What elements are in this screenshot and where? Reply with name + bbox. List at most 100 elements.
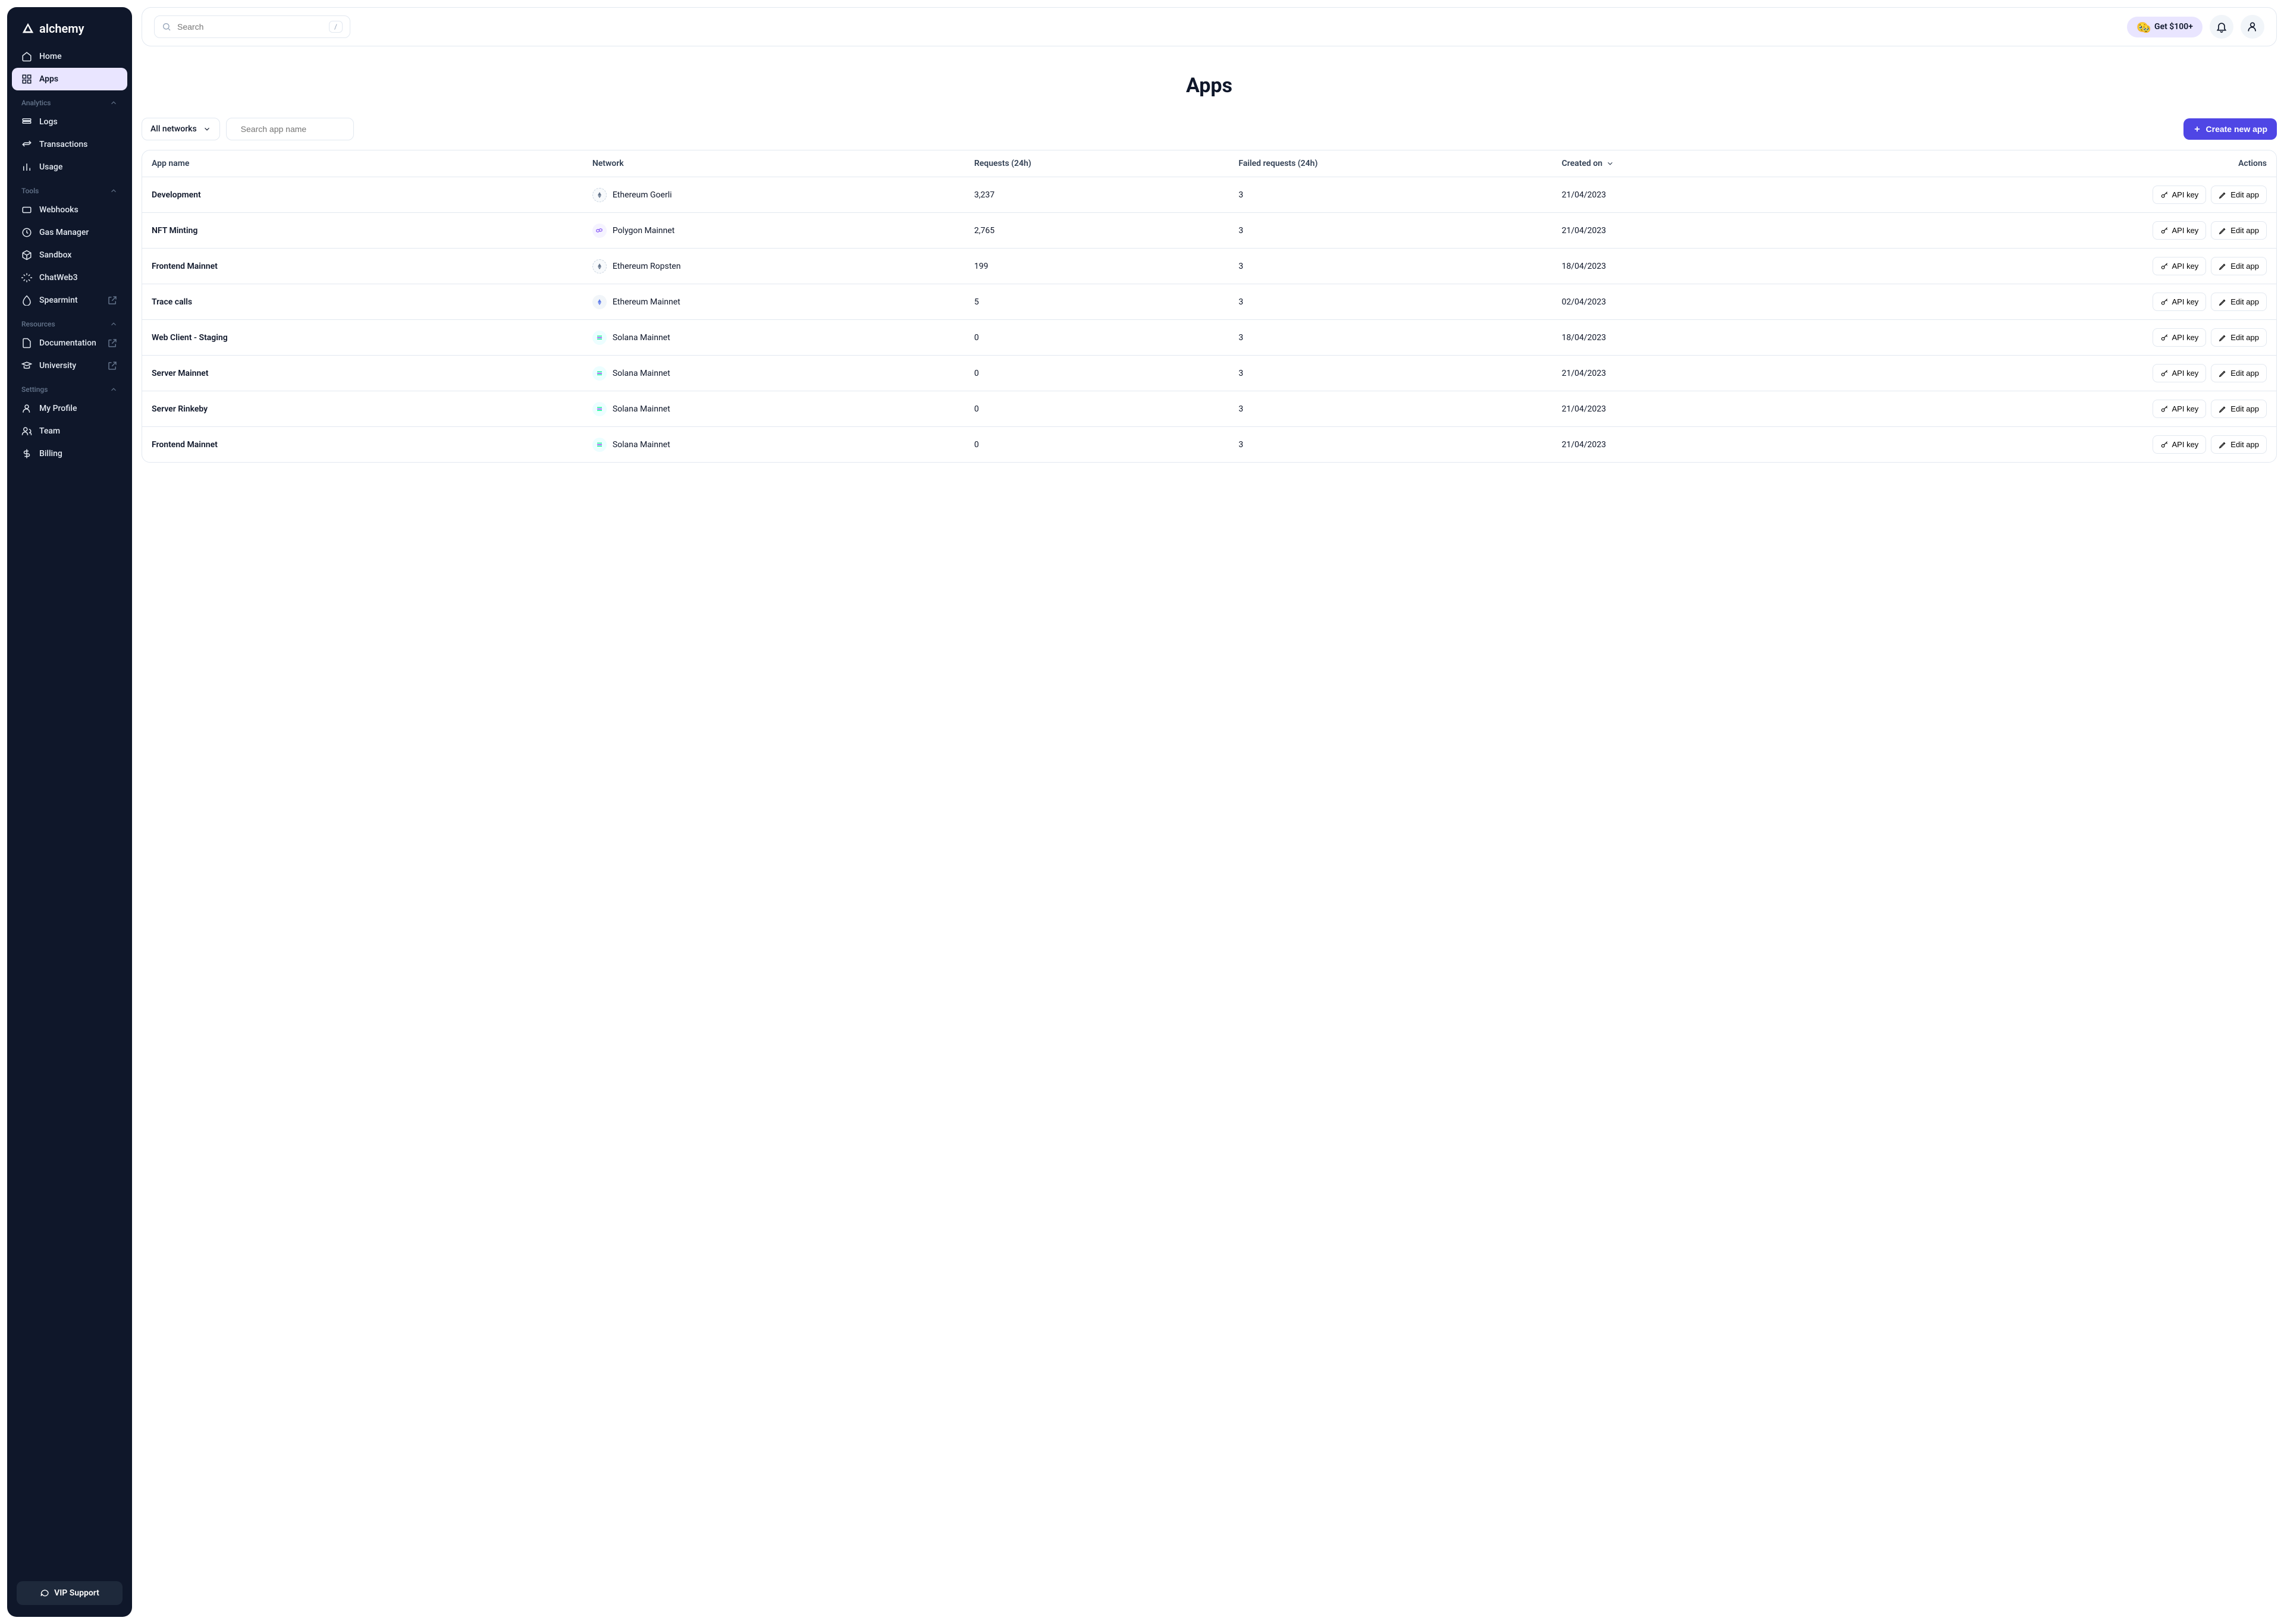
sidebar: alchemy Home Apps Analytics Logs Transac…	[7, 7, 132, 1617]
section-header-settings[interactable]: Settings	[12, 377, 127, 397]
page-title: Apps	[142, 46, 2277, 118]
gas-icon	[21, 227, 32, 238]
col-actions: Actions	[1885, 159, 2267, 168]
cell-failed: 3	[1238, 404, 1561, 414]
chevron-down-icon	[1606, 159, 1614, 168]
chat-icon	[40, 1588, 49, 1598]
sidebar-item-label: Webhooks	[39, 205, 79, 215]
search-input[interactable]	[177, 22, 323, 32]
table-row: Trace callsEthereum Mainnet5302/04/2023A…	[142, 284, 2276, 320]
section-label: Tools	[21, 187, 39, 195]
cell-actions: API keyEdit app	[1885, 364, 2267, 382]
cell-network: Polygon Mainnet	[592, 224, 974, 238]
sidebar-item-home[interactable]: Home	[12, 45, 127, 68]
section-header-tools[interactable]: Tools	[12, 178, 127, 199]
app-search-input[interactable]	[241, 124, 349, 134]
sidebar-item-transactions[interactable]: Transactions	[12, 133, 127, 156]
api-key-button[interactable]: API key	[2153, 221, 2207, 240]
cell-actions: API keyEdit app	[1885, 328, 2267, 347]
col-network: Network	[592, 159, 974, 168]
cube-icon	[21, 250, 32, 260]
cell-created: 21/04/2023	[1562, 404, 1885, 414]
table-row: Web Client - StagingSolana Mainnet0318/0…	[142, 320, 2276, 356]
sidebar-item-logs[interactable]: Logs	[12, 111, 127, 133]
cell-created: 18/04/2023	[1562, 262, 1885, 271]
sidebar-item-chatweb3[interactable]: ChatWeb3	[12, 266, 127, 289]
sidebar-item-label: Transactions	[39, 140, 87, 149]
table-row: Frontend MainnetEthereum Ropsten199318/0…	[142, 249, 2276, 284]
sidebar-item-gas[interactable]: Gas Manager	[12, 221, 127, 244]
layers-icon	[21, 117, 32, 127]
cell-app-name[interactable]: Development	[152, 190, 592, 200]
sparkle-icon	[21, 272, 32, 283]
edit-app-button[interactable]: Edit app	[2211, 435, 2267, 454]
cell-app-name[interactable]: Trace calls	[152, 297, 592, 307]
home-icon	[21, 51, 32, 62]
sidebar-item-billing[interactable]: Billing	[12, 442, 127, 465]
section-header-resources[interactable]: Resources	[12, 312, 127, 332]
section-header-analytics[interactable]: Analytics	[12, 90, 127, 111]
sidebar-item-usage[interactable]: Usage	[12, 156, 127, 178]
sidebar-item-spearmint[interactable]: Spearmint	[12, 289, 127, 312]
api-key-button[interactable]: API key	[2153, 186, 2207, 204]
api-key-button[interactable]: API key	[2153, 328, 2207, 347]
sidebar-item-label: Gas Manager	[39, 228, 89, 237]
api-key-button[interactable]: API key	[2153, 364, 2207, 382]
pencil-icon	[2219, 334, 2227, 342]
brand-logo[interactable]: alchemy	[12, 17, 127, 45]
cell-network: Solana Mainnet	[592, 402, 974, 416]
cell-app-name[interactable]: Server Mainnet	[152, 369, 592, 378]
edit-app-button[interactable]: Edit app	[2211, 400, 2267, 418]
edit-app-button[interactable]: Edit app	[2211, 328, 2267, 347]
cell-app-name[interactable]: Web Client - Staging	[152, 333, 592, 343]
account-button[interactable]	[2241, 15, 2264, 39]
sidebar-item-sandbox[interactable]: Sandbox	[12, 244, 127, 266]
sidebar-item-team[interactable]: Team	[12, 420, 127, 442]
brand-name: alchemy	[39, 21, 84, 36]
table-row: Server RinkebySolana Mainnet0321/04/2023…	[142, 391, 2276, 427]
pencil-icon	[2219, 191, 2227, 199]
api-key-button[interactable]: API key	[2153, 257, 2207, 275]
sidebar-item-profile[interactable]: My Profile	[12, 397, 127, 420]
create-app-button[interactable]: Create new app	[2183, 118, 2277, 140]
sidebar-item-apps[interactable]: Apps	[12, 68, 127, 90]
cell-app-name[interactable]: Server Rinkeby	[152, 404, 592, 414]
api-key-button[interactable]: API key	[2153, 400, 2207, 418]
external-link-icon	[107, 338, 118, 348]
vip-support-button[interactable]: VIP Support	[17, 1581, 123, 1605]
network-label: Solana Mainnet	[613, 404, 670, 414]
sidebar-item-documentation[interactable]: Documentation	[12, 332, 127, 354]
pencil-icon	[2219, 369, 2227, 378]
sidebar-item-webhooks[interactable]: Webhooks	[12, 199, 127, 221]
main-content: / 🥹🥹 Get $100+ Apps All networks Create …	[132, 7, 2277, 1617]
sidebar-item-label: Documentation	[39, 338, 96, 348]
cell-app-name[interactable]: Frontend Mainnet	[152, 440, 592, 450]
col-created-sort[interactable]: Created on	[1562, 159, 1885, 168]
promo-pill[interactable]: 🥹🥹 Get $100+	[2127, 17, 2203, 37]
sidebar-item-label: Apps	[39, 74, 58, 84]
edit-app-button[interactable]: Edit app	[2211, 364, 2267, 382]
cell-app-name[interactable]: Frontend Mainnet	[152, 262, 592, 271]
col-created-label: Created on	[1562, 159, 1602, 168]
global-search[interactable]: /	[154, 15, 350, 38]
table-row: Frontend MainnetSolana Mainnet0321/04/20…	[142, 427, 2276, 462]
cell-actions: API keyEdit app	[1885, 435, 2267, 454]
api-key-button[interactable]: API key	[2153, 293, 2207, 311]
cell-requests: 0	[974, 333, 1239, 343]
api-key-button[interactable]: API key	[2153, 435, 2207, 454]
cell-created: 21/04/2023	[1562, 190, 1885, 200]
edit-app-button[interactable]: Edit app	[2211, 221, 2267, 240]
edit-app-button[interactable]: Edit app	[2211, 186, 2267, 204]
cell-failed: 3	[1238, 440, 1561, 450]
sidebar-item-university[interactable]: University	[12, 354, 127, 377]
col-failed: Failed requests (24h)	[1238, 159, 1561, 168]
edit-app-button[interactable]: Edit app	[2211, 293, 2267, 311]
cell-app-name[interactable]: NFT Minting	[152, 226, 592, 235]
network-filter-dropdown[interactable]: All networks	[142, 118, 220, 140]
cell-actions: API keyEdit app	[1885, 400, 2267, 418]
key-icon	[2160, 262, 2169, 271]
edit-app-button[interactable]: Edit app	[2211, 257, 2267, 275]
cell-requests: 5	[974, 297, 1239, 307]
app-search[interactable]	[226, 118, 354, 140]
notifications-button[interactable]	[2210, 15, 2233, 39]
